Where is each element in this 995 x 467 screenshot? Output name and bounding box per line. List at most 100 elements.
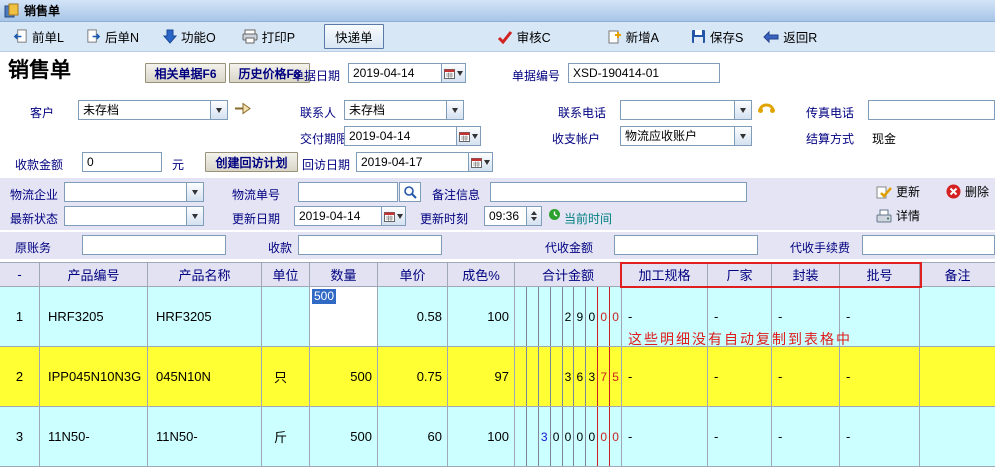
col-header-package[interactable]: 封装 bbox=[772, 263, 840, 286]
cell-unit[interactable]: 只 bbox=[262, 347, 310, 406]
calendar-icon[interactable] bbox=[456, 127, 480, 145]
cell-unit[interactable]: 斤 bbox=[262, 407, 310, 466]
delivery-date-picker[interactable]: 2019-04-14 bbox=[344, 126, 481, 146]
cell-product-code[interactable]: 11N50- bbox=[40, 407, 148, 466]
col-header-product-name[interactable]: 产品名称 bbox=[148, 263, 262, 286]
cell-purity[interactable]: 97 bbox=[448, 347, 515, 406]
cell-total-amount[interactable]: 3 6 3 7 5 bbox=[515, 347, 622, 406]
calendar-icon[interactable] bbox=[381, 207, 405, 225]
cell-package[interactable]: - bbox=[772, 347, 840, 406]
remark-input[interactable] bbox=[490, 182, 747, 202]
fax-input[interactable] bbox=[868, 100, 995, 120]
cell-product-name[interactable]: HRF3205 bbox=[148, 287, 262, 346]
cell-product-name[interactable]: 045N10N bbox=[148, 347, 262, 406]
logistics-company-select[interactable] bbox=[64, 182, 204, 202]
original-account-input[interactable] bbox=[82, 235, 226, 255]
pointing-hand-icon[interactable] bbox=[234, 102, 252, 115]
cell-purity[interactable]: 100 bbox=[448, 407, 515, 466]
contact-select[interactable]: 未存档 bbox=[344, 100, 464, 120]
cell-maker[interactable]: - bbox=[708, 347, 772, 406]
cell-spec[interactable]: - bbox=[622, 407, 708, 466]
calendar-icon[interactable] bbox=[441, 64, 465, 82]
cell-qty-editing[interactable]: 500 bbox=[310, 287, 378, 346]
col-header-rownum[interactable]: - bbox=[0, 263, 40, 286]
add-new-button[interactable]: 新增A bbox=[602, 24, 664, 49]
cell-batch[interactable]: - bbox=[840, 287, 920, 346]
update-time-input[interactable]: 09:36 bbox=[484, 206, 542, 226]
cell-qty[interactable]: 500 bbox=[310, 407, 378, 466]
cell-price[interactable]: 0.58 bbox=[378, 287, 448, 346]
detail-button[interactable]: 详情 bbox=[876, 207, 920, 224]
col-header-qty[interactable]: 数量 bbox=[310, 263, 378, 286]
create-visit-plan-button[interactable]: 创建回访计划 bbox=[205, 152, 298, 172]
chevron-down-icon[interactable] bbox=[186, 183, 203, 201]
visit-date-picker[interactable]: 2019-04-17 bbox=[356, 152, 493, 172]
cell-price[interactable]: 0.75 bbox=[378, 347, 448, 406]
col-header-price[interactable]: 单价 bbox=[378, 263, 448, 286]
chevron-down-icon[interactable] bbox=[734, 101, 751, 119]
cell-total-amount[interactable]: 2 9 0 0 0 bbox=[515, 287, 622, 346]
current-time-link[interactable]: 当前时间 bbox=[564, 210, 612, 227]
cell-product-code[interactable]: IPP045N10N3G bbox=[40, 347, 148, 406]
cell-price[interactable]: 60 bbox=[378, 407, 448, 466]
chevron-down-icon[interactable] bbox=[446, 101, 463, 119]
cell-unit[interactable] bbox=[262, 287, 310, 346]
prev-doc-button[interactable]: 前单L bbox=[8, 24, 69, 49]
cell-remark[interactable] bbox=[920, 287, 995, 346]
col-header-product-code[interactable]: 产品编号 bbox=[40, 263, 148, 286]
update-button[interactable]: 更新 bbox=[876, 183, 920, 200]
print-button[interactable]: 打印P bbox=[237, 24, 300, 49]
cell-product-name[interactable]: 11N50- bbox=[148, 407, 262, 466]
settle-value[interactable]: 现金 bbox=[872, 130, 896, 147]
col-header-spec[interactable]: 加工规格 bbox=[622, 263, 708, 286]
col-header-maker[interactable]: 厂家 bbox=[708, 263, 772, 286]
chevron-down-icon[interactable] bbox=[186, 207, 203, 225]
add-new-label: 新增A bbox=[626, 27, 659, 46]
chevron-down-icon[interactable] bbox=[210, 101, 227, 119]
row-number[interactable]: 2 bbox=[0, 347, 40, 406]
account-select[interactable]: 物流应收账户 bbox=[620, 126, 752, 146]
receipt-input[interactable] bbox=[298, 235, 442, 255]
cell-maker[interactable]: - bbox=[708, 407, 772, 466]
update-date-picker[interactable]: 2019-04-14 bbox=[294, 206, 406, 226]
related-docs-button[interactable]: 相关单据F6 bbox=[145, 63, 226, 83]
col-header-total[interactable]: 合计金额 bbox=[515, 263, 622, 286]
search-button[interactable] bbox=[399, 182, 421, 202]
doc-no-input[interactable]: XSD-190414-01 bbox=[568, 63, 720, 83]
customer-select[interactable]: 未存档 bbox=[78, 100, 228, 120]
function-menu-button[interactable]: 功能O bbox=[158, 24, 221, 49]
phone-select[interactable] bbox=[620, 100, 752, 120]
collect-amount-input[interactable] bbox=[614, 235, 758, 255]
cell-remark[interactable] bbox=[920, 347, 995, 406]
row-number[interactable]: 1 bbox=[0, 287, 40, 346]
cell-batch[interactable]: - bbox=[840, 407, 920, 466]
col-header-batch[interactable]: 批号 bbox=[840, 263, 920, 286]
latest-status-select[interactable] bbox=[64, 206, 204, 226]
col-header-unit[interactable]: 单位 bbox=[262, 263, 310, 286]
cell-remark[interactable] bbox=[920, 407, 995, 466]
chevron-down-icon[interactable] bbox=[734, 127, 751, 145]
col-header-purity[interactable]: 成色% bbox=[448, 263, 515, 286]
cell-product-code[interactable]: HRF3205 bbox=[40, 287, 148, 346]
time-spinner[interactable] bbox=[526, 207, 541, 225]
cell-qty[interactable]: 500 bbox=[310, 347, 378, 406]
telephone-icon[interactable] bbox=[757, 99, 776, 114]
cell-package[interactable]: - bbox=[772, 407, 840, 466]
next-doc-button[interactable]: 后单N bbox=[81, 24, 144, 49]
back-button[interactable]: 返回R bbox=[758, 24, 822, 49]
courier-order-button[interactable]: 快递单 bbox=[324, 24, 384, 49]
save-button[interactable]: 保存S bbox=[686, 24, 748, 49]
receipt-amount-input[interactable]: 0 bbox=[82, 152, 162, 172]
cell-purity[interactable]: 100 bbox=[448, 287, 515, 346]
audit-button[interactable]: 审核C bbox=[492, 24, 556, 49]
calendar-icon[interactable] bbox=[468, 153, 492, 171]
cell-spec[interactable]: - bbox=[622, 347, 708, 406]
row-number[interactable]: 3 bbox=[0, 407, 40, 466]
delete-button[interactable]: 删除 bbox=[946, 183, 989, 200]
tracking-no-input[interactable] bbox=[298, 182, 398, 202]
doc-date-picker[interactable]: 2019-04-14 bbox=[348, 63, 466, 83]
cell-batch[interactable]: - bbox=[840, 347, 920, 406]
cell-total-amount[interactable]: 3 0 0 0 0 0 0 bbox=[515, 407, 622, 466]
col-header-remark[interactable]: 备注 bbox=[920, 263, 995, 286]
collect-fee-input[interactable] bbox=[862, 235, 995, 255]
